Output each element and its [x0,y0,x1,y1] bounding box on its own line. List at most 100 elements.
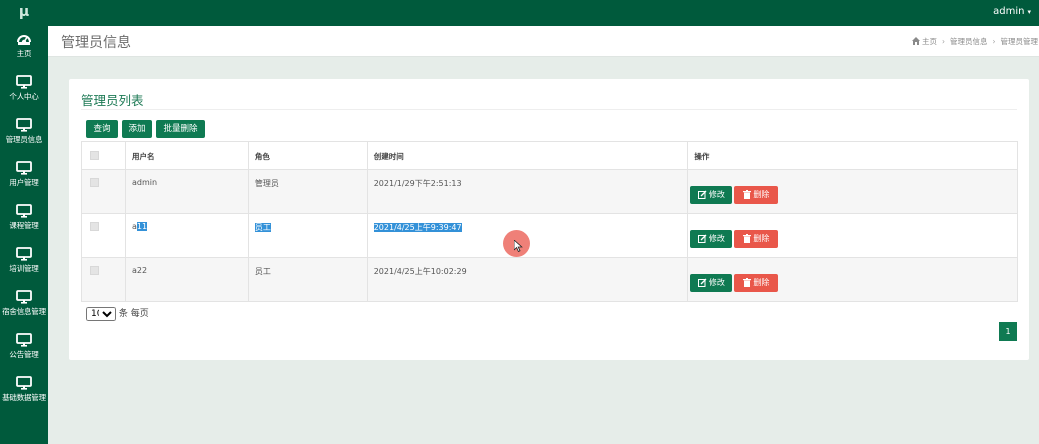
cell-actions: 修改 删除 [687,213,1018,258]
cell-created: 2021/1/29下午2:51:13 [366,169,689,214]
delete-button[interactable]: 删除 [734,230,779,248]
edit-label: 修改 [708,234,725,243]
mouse-cursor-icon [514,240,523,252]
page-button-current[interactable]: 1 [999,322,1017,341]
top-bar: admin ▾ [0,0,1039,26]
page-size-select[interactable]: 10 [86,307,116,321]
monitor-icon [16,290,32,304]
column-header-actions: 操作 [687,141,1018,170]
sidebar-item-label: 培训管理 [9,264,39,273]
selected-text: 员工 [254,223,271,232]
row-checkbox[interactable] [90,222,99,231]
query-button[interactable]: 查询 [86,120,118,138]
delete-button[interactable]: 删除 [734,186,779,204]
home-icon [911,37,920,45]
sidebar-item-label: 管理员信息 [5,135,43,144]
row-select-cell [81,213,126,258]
logo: μ [18,4,30,20]
monitor-icon [16,247,32,261]
edit-label: 修改 [708,278,725,287]
row-select-cell [81,169,126,214]
edit-icon [697,190,707,199]
admin-list-panel: 管理员列表 查询 添加 批量删除 用户名 角色 创建时间 操作 admin 管理… [69,79,1029,360]
trash-icon [743,234,752,243]
cell-username: admin [124,169,249,214]
delete-label: 删除 [753,234,770,243]
cell-role: 管理员 [247,169,368,214]
breadcrumb-separator: › [992,37,996,46]
table-row: admin 管理员 2021/1/29下午2:51:13 修改 删除 [81,169,1018,214]
breadcrumb: 主页 › 管理员信息 › 管理员管理 [911,36,1039,47]
table-row: a22 员工 2021/4/25上午10:02:29 修改 删除 [81,257,1018,302]
column-header-username: 用户名 [124,141,249,170]
breadcrumb-admin-management: 管理员管理 [1000,37,1039,46]
sidebar-item-dormitory-management[interactable]: 宿舍信息管理 [0,288,48,330]
sidebar-item-user-management[interactable]: 用户管理 [0,159,48,201]
column-header-created: 创建时间 [366,141,689,170]
cell-role: 员工 [247,257,368,302]
sidebar-item-label: 个人中心 [9,92,39,101]
monitor-icon [16,376,32,390]
delete-label: 删除 [753,278,770,287]
sidebar-item-basic-data-management[interactable]: 基础数据管理 [0,374,48,416]
selected-text: 2021/4/25上午9:39:47 [373,223,462,232]
trash-icon [743,278,752,287]
monitor-icon [16,118,32,132]
sidebar-item-notice-management[interactable]: 公告管理 [0,331,48,373]
sidebar-item-course-management[interactable]: 课程管理 [0,202,48,244]
cell-actions: 修改 删除 [687,257,1018,302]
cell-username: a22 [124,257,249,302]
row-checkbox[interactable] [90,178,99,187]
edit-icon [697,234,707,243]
sidebar-item-label: 宿舍信息管理 [2,307,46,316]
page-title: 管理员信息 [61,35,131,51]
sidebar-item-label: 主页 [16,49,32,58]
user-menu[interactable]: admin ▾ [993,6,1031,17]
divider [81,109,1017,110]
select-all-checkbox[interactable] [90,151,99,160]
edit-label: 修改 [708,190,725,199]
breadcrumb-admin-info[interactable]: 管理员信息 [950,37,988,46]
sidebar-item-label: 公告管理 [9,350,39,359]
edit-icon [697,278,707,287]
delete-label: 删除 [753,190,770,199]
dashboard-icon [17,35,31,45]
cell-created: 2021/4/25上午10:02:29 [366,257,689,302]
delete-button[interactable]: 删除 [734,274,779,292]
batch-delete-button[interactable]: 批量删除 [156,120,205,138]
sidebar-item-home[interactable]: 主页 [0,30,48,72]
admin-table: 用户名 角色 创建时间 操作 admin 管理员 2021/1/29下午2:51… [81,141,1018,302]
sidebar-item-admin-info[interactable]: 管理员信息 [0,116,48,158]
breadcrumb-separator: › [942,37,945,46]
breadcrumb-home[interactable]: 主页 [922,37,937,46]
sidebar-item-label: 课程管理 [9,221,39,230]
cell-actions: 修改 删除 [687,169,1018,214]
sidebar-item-personal-center[interactable]: 个人中心 [0,73,48,115]
page-header: 管理员信息 主页 › 管理员信息 › 管理员管理 [48,26,1039,57]
add-button[interactable]: 添加 [122,120,152,138]
edit-button[interactable]: 修改 [690,230,733,248]
cell-role: 员工 [247,213,368,258]
select-all-cell [81,141,126,170]
panel-title: 管理员列表 [81,93,144,108]
sidebar-item-training-management[interactable]: 培训管理 [0,245,48,287]
sidebar: μ 主页 个人中心 管理员信息 用户管理 课程管理 培训管理 宿舍信息管理 公告… [0,0,48,444]
cell-username: a11 [124,213,249,258]
row-select-cell [81,257,126,302]
selected-text: 11 [136,222,148,231]
sidebar-item-label: 基础数据管理 [2,393,46,402]
table-header-row: 用户名 角色 创建时间 操作 [81,141,1018,170]
caret-down-icon: ▾ [1027,8,1031,16]
monitor-icon [16,75,32,89]
row-checkbox[interactable] [90,266,99,275]
column-header-role: 角色 [247,141,368,170]
edit-button[interactable]: 修改 [690,274,733,292]
trash-icon [743,190,752,199]
page-size-suffix: 条 每页 [118,309,149,319]
monitor-icon [16,333,32,347]
monitor-icon [16,204,32,218]
sidebar-item-label: 用户管理 [9,178,39,187]
page-size-control: 10 条 每页 [86,306,149,321]
monitor-icon [16,161,32,175]
edit-button[interactable]: 修改 [690,186,733,204]
